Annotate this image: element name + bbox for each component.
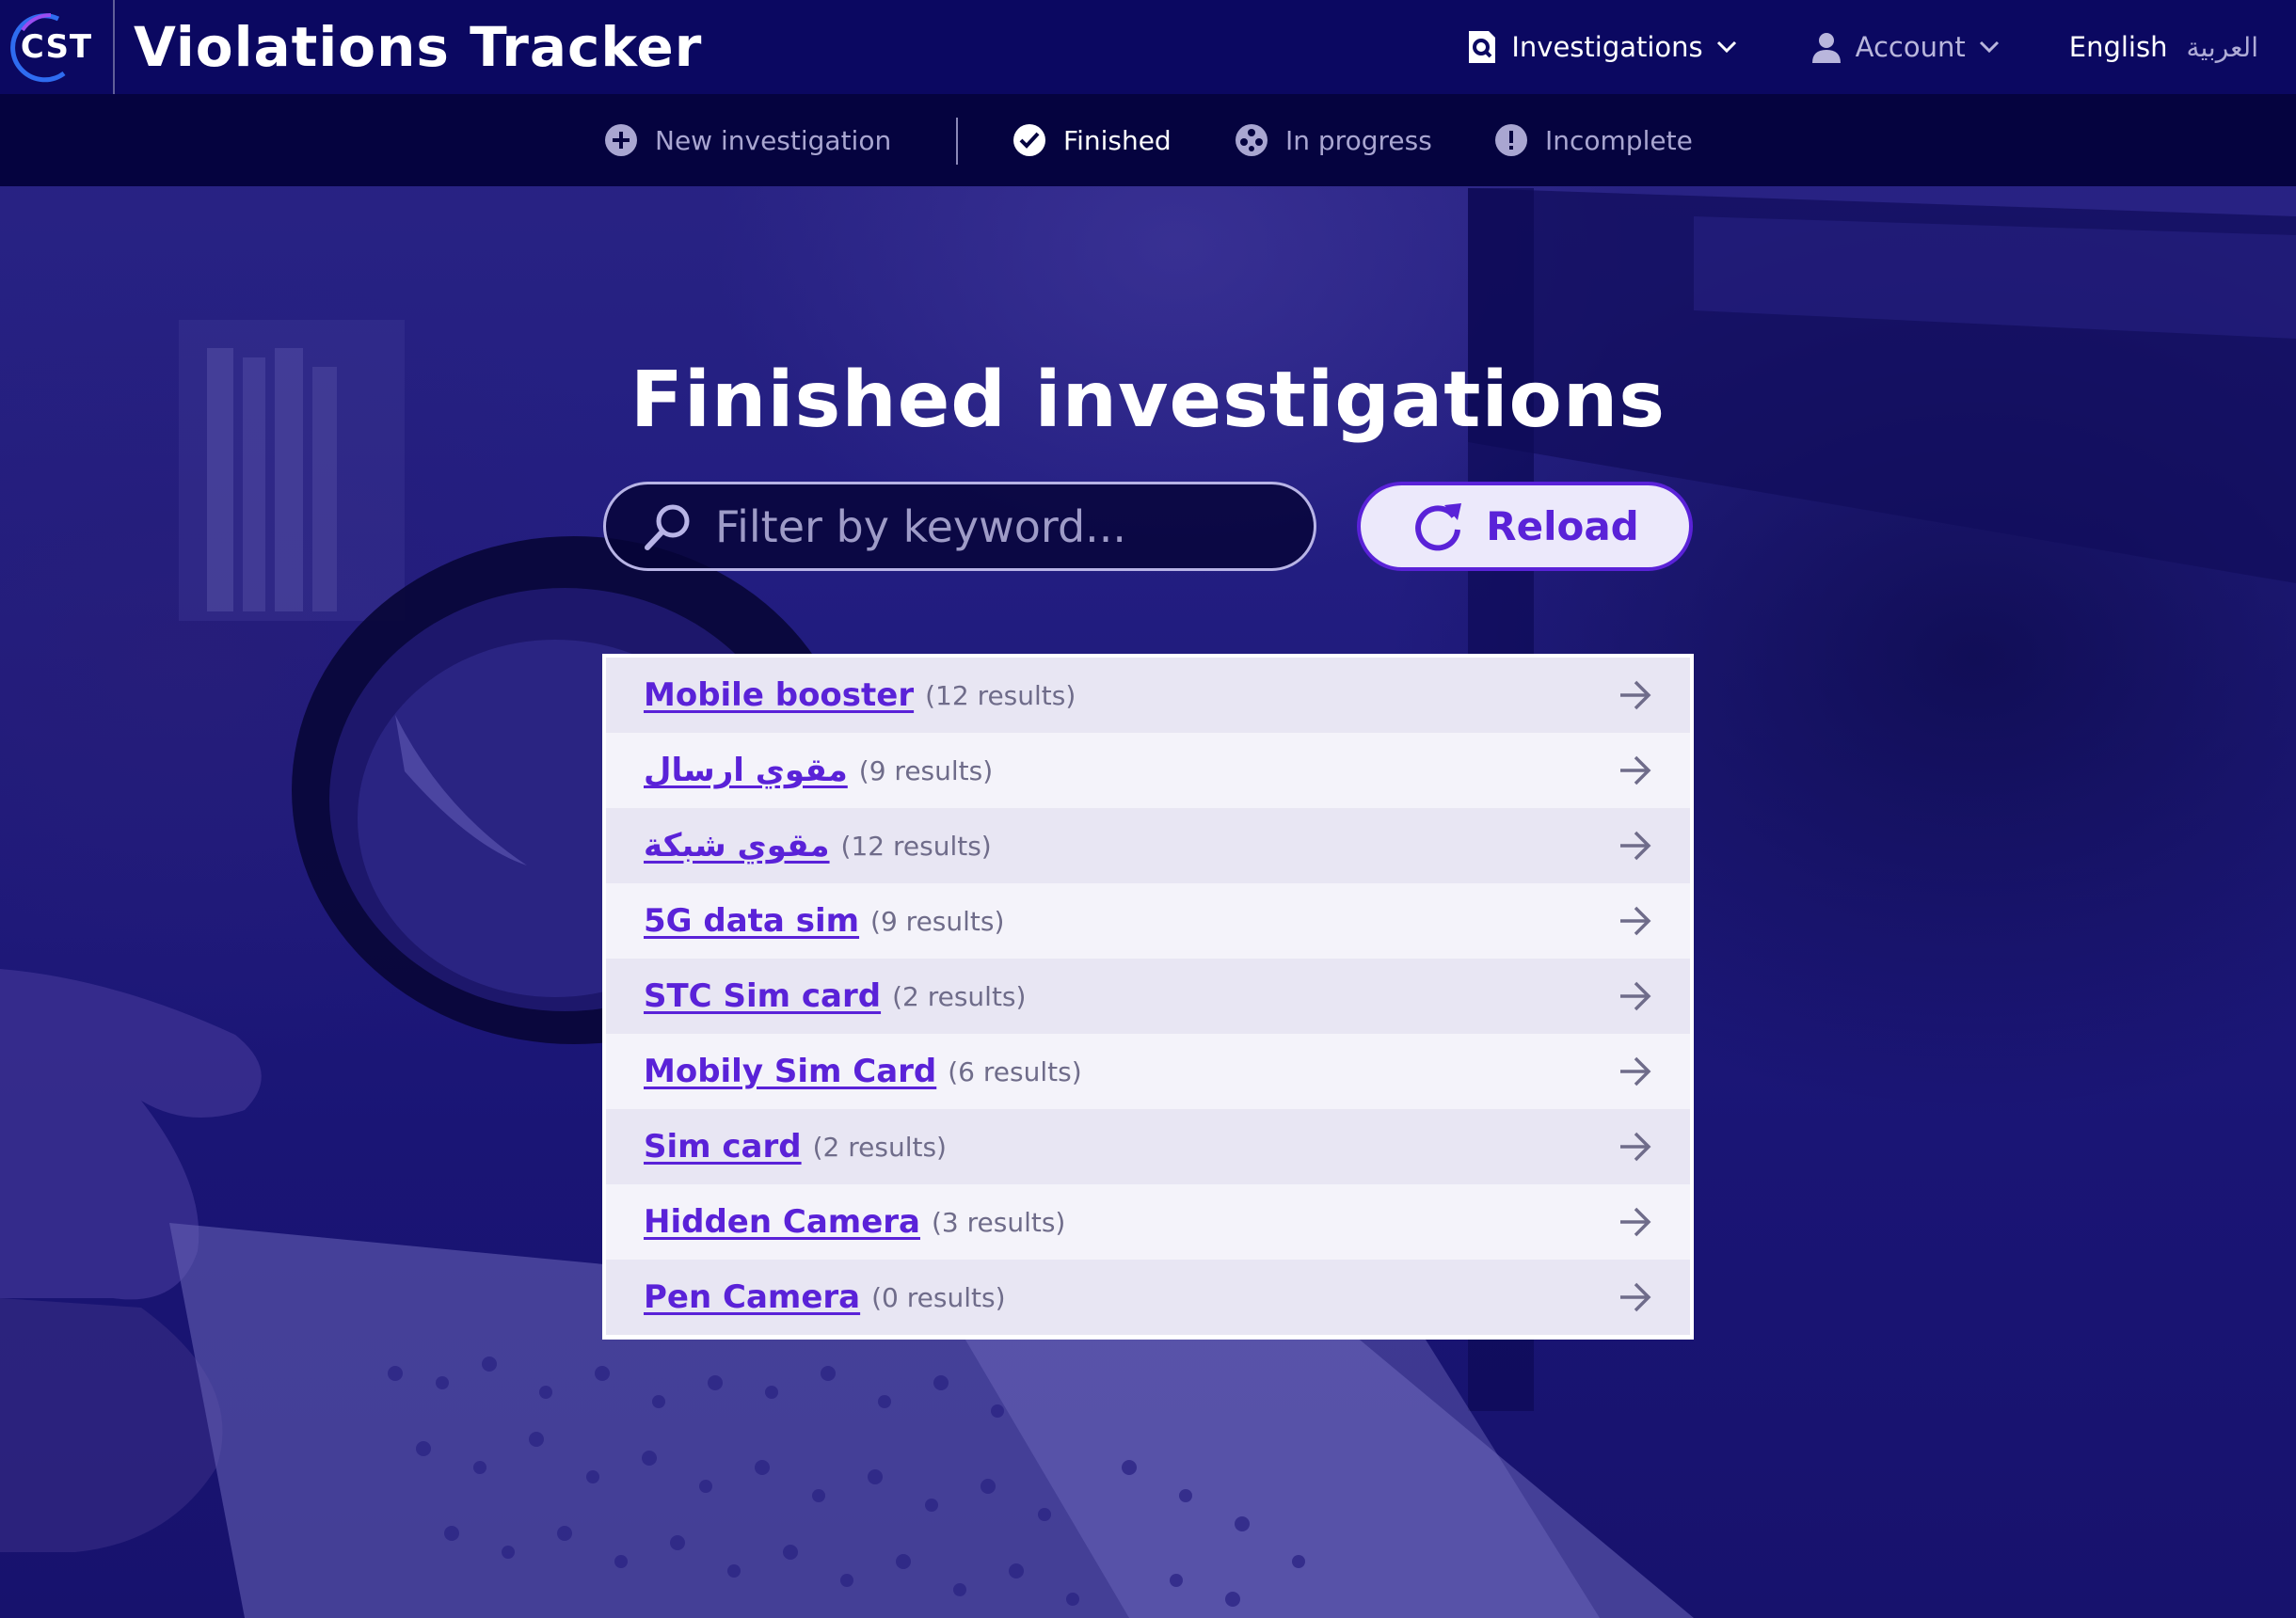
- result-count: (3 results): [931, 1206, 1066, 1238]
- chevron-down-icon: [1979, 40, 1999, 54]
- subnav-in-progress[interactable]: In progress: [1235, 94, 1432, 186]
- investigations-label: Investigations: [1511, 31, 1703, 63]
- account-menu[interactable]: Account: [1810, 31, 2000, 63]
- search-icon: [645, 504, 690, 550]
- check-circle-icon: [1013, 124, 1045, 156]
- list-item[interactable]: Sim card (2 results): [606, 1109, 1690, 1184]
- progress-circle-icon: [1236, 124, 1268, 156]
- arrow-right-icon[interactable]: [1618, 1206, 1652, 1238]
- investigation-link[interactable]: Hidden Camera: [644, 1203, 920, 1241]
- list-item[interactable]: مقوي شبكة (12 results): [606, 808, 1690, 883]
- user-icon: [1811, 33, 1841, 63]
- arrow-right-icon[interactable]: [1618, 754, 1652, 786]
- result-count: (0 results): [871, 1281, 1006, 1313]
- list-item[interactable]: STC Sim card (2 results): [606, 959, 1690, 1034]
- arrow-right-icon[interactable]: [1618, 830, 1652, 862]
- investigation-link[interactable]: مقوي شبكة: [644, 827, 830, 865]
- investigation-link[interactable]: مقوي ارسال: [644, 752, 848, 789]
- list-item[interactable]: مقوي ارسال (9 results): [606, 733, 1690, 808]
- subnav-incomplete-label: Incomplete: [1545, 124, 1693, 156]
- cst-logo[interactable]: CST: [0, 0, 115, 94]
- app-title: Violations Tracker: [134, 15, 703, 79]
- document-search-icon: [1469, 31, 1496, 63]
- reload-label: Reload: [1486, 503, 1639, 549]
- reload-button[interactable]: Reload: [1357, 482, 1693, 571]
- investigation-link[interactable]: Mobily Sim Card: [644, 1053, 936, 1090]
- investigations-menu[interactable]: Investigations: [1466, 29, 1736, 65]
- account-label: Account: [1855, 31, 1966, 63]
- reload-icon: [1415, 502, 1462, 550]
- plus-circle-icon: [605, 124, 637, 156]
- subnav-in-progress-label: In progress: [1285, 124, 1432, 156]
- language-arabic[interactable]: العربية: [2186, 32, 2258, 63]
- result-count: (6 results): [948, 1055, 1082, 1087]
- arrow-right-icon[interactable]: [1618, 679, 1652, 711]
- search-box: [603, 482, 1316, 571]
- sub-nav: New investigation Finished In progress I…: [0, 94, 2296, 186]
- subnav-new-label: New investigation: [655, 124, 892, 156]
- result-count: (2 results): [892, 980, 1027, 1012]
- subnav-finished-label: Finished: [1063, 124, 1172, 156]
- chevron-down-icon: [1716, 40, 1736, 54]
- list-item[interactable]: 5G data sim (9 results): [606, 883, 1690, 959]
- arrow-right-icon[interactable]: [1618, 1281, 1652, 1313]
- exclamation-circle-icon: [1495, 124, 1527, 156]
- subnav-incomplete[interactable]: Incomplete: [1494, 94, 1693, 186]
- result-count: (9 results): [858, 754, 994, 786]
- page-title: Finished investigations: [630, 356, 1666, 445]
- list-item[interactable]: Hidden Camera (3 results): [606, 1184, 1690, 1260]
- logo-text: CST: [20, 28, 93, 66]
- arrow-right-icon[interactable]: [1618, 1131, 1652, 1163]
- arrow-right-icon[interactable]: [1618, 905, 1652, 937]
- result-count: (9 results): [870, 905, 1005, 937]
- investigation-link[interactable]: Mobile booster: [644, 676, 914, 714]
- result-count: (12 results): [925, 679, 1076, 711]
- results-list: Mobile booster (12 results) مقوي ارسال (9 r…: [602, 654, 1694, 1340]
- list-item[interactable]: Mobily Sim Card (6 results): [606, 1034, 1690, 1109]
- arrow-right-icon[interactable]: [1618, 1055, 1652, 1087]
- top-header: CST Violations Tracker Investigations Ac…: [0, 0, 2296, 94]
- language-english[interactable]: English: [2069, 31, 2168, 63]
- subnav-divider: [956, 118, 958, 165]
- arrow-right-icon[interactable]: [1618, 980, 1652, 1012]
- investigation-link[interactable]: Sim card: [644, 1128, 802, 1166]
- list-item[interactable]: Mobile booster (12 results): [606, 658, 1690, 733]
- investigation-link[interactable]: Pen Camera: [644, 1278, 860, 1316]
- investigation-link[interactable]: 5G data sim: [644, 902, 859, 940]
- subnav-new-investigation[interactable]: New investigation: [604, 94, 891, 186]
- subnav-finished[interactable]: Finished: [1012, 94, 1172, 186]
- investigation-link[interactable]: STC Sim card: [644, 977, 881, 1015]
- search-input[interactable]: [715, 500, 1280, 552]
- top-nav: Investigations Account English العربية: [1393, 0, 2258, 94]
- result-count: (12 results): [840, 830, 992, 862]
- list-item[interactable]: Pen Camera (0 results): [606, 1260, 1690, 1335]
- result-count: (2 results): [812, 1131, 947, 1163]
